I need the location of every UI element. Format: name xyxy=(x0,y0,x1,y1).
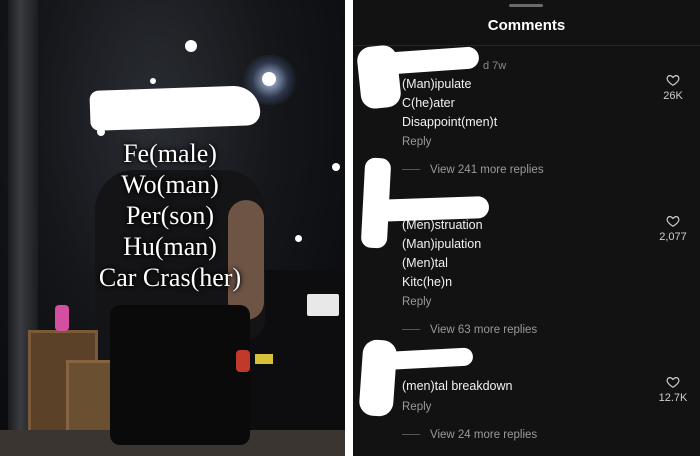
header-divider xyxy=(353,45,700,46)
comment-text-line: (Man)ipulation xyxy=(402,237,482,251)
ceiling-light xyxy=(262,72,276,86)
image-divider xyxy=(345,0,353,456)
video-caption: Fe(male) Wo(man) Per(son) Hu(man) Car Cr… xyxy=(60,138,280,293)
like-count: 26K xyxy=(663,90,683,102)
comment-timestamp: d 7w xyxy=(483,60,507,72)
comments-panel: Comments d 7w (Man)ipulate C(he)ater Dis… xyxy=(353,0,700,456)
caption-line: Wo(man) xyxy=(121,170,219,199)
comment-text-line: C(he)ater xyxy=(402,96,455,110)
like-button[interactable]: 2,077 xyxy=(643,214,700,243)
pink-bottle xyxy=(55,305,69,331)
ceiling-light xyxy=(150,78,156,84)
yellow-object xyxy=(255,354,273,364)
view-replies-label: View 241 more replies xyxy=(430,164,544,176)
caption-line: Fe(male) xyxy=(123,139,217,168)
replies-line xyxy=(402,434,420,436)
red-object xyxy=(236,350,250,372)
wall-sign xyxy=(307,294,339,316)
comment-text-line: (Men)struation xyxy=(402,218,483,232)
redaction-scribble xyxy=(89,85,261,131)
caption-line: Hu(man) xyxy=(123,232,217,261)
ceiling-light xyxy=(332,163,340,171)
comment-text-line: Disappoint(men)t xyxy=(402,115,498,129)
view-replies-label: View 63 more replies xyxy=(430,324,538,336)
replies-line xyxy=(402,329,420,331)
heart-icon xyxy=(666,75,680,86)
panel-title: Comments xyxy=(487,17,566,34)
comment-text-line: (Man)ipulate xyxy=(402,77,472,91)
caption-line: Car Cras(her) xyxy=(98,263,242,292)
comment-text-line: Kitc(he)n xyxy=(402,275,453,289)
reply-button[interactable]: Reply xyxy=(402,136,431,148)
replies-line xyxy=(402,169,420,171)
comment-text-line: (men)tal breakdown xyxy=(402,379,513,393)
view-more-replies[interactable]: View 24 more replies xyxy=(402,429,537,441)
heart-icon xyxy=(666,216,680,227)
reply-button[interactable]: Reply xyxy=(402,401,431,413)
caption-line: Per(son) xyxy=(125,201,215,230)
like-count: 12.7K xyxy=(658,392,688,404)
reply-button[interactable]: Reply xyxy=(402,296,431,308)
view-replies-label: View 24 more replies xyxy=(430,429,538,441)
like-button[interactable]: 26K xyxy=(643,73,700,102)
heart-icon xyxy=(666,377,680,388)
person-shorts xyxy=(110,305,250,445)
like-count: 2,077 xyxy=(659,231,687,243)
view-more-replies[interactable]: View 241 more replies xyxy=(402,164,544,176)
comment-text-line: (Men)tal xyxy=(402,256,448,270)
ceiling-light xyxy=(185,40,197,52)
drag-handle[interactable] xyxy=(509,4,543,7)
video-frame[interactable]: Fe(male) Wo(man) Per(son) Hu(man) Car Cr… xyxy=(0,0,345,456)
like-button[interactable]: 12.7K xyxy=(643,375,700,404)
view-more-replies[interactable]: View 63 more replies xyxy=(402,324,537,336)
username-redacted xyxy=(372,347,474,371)
ceiling-light xyxy=(295,235,302,242)
